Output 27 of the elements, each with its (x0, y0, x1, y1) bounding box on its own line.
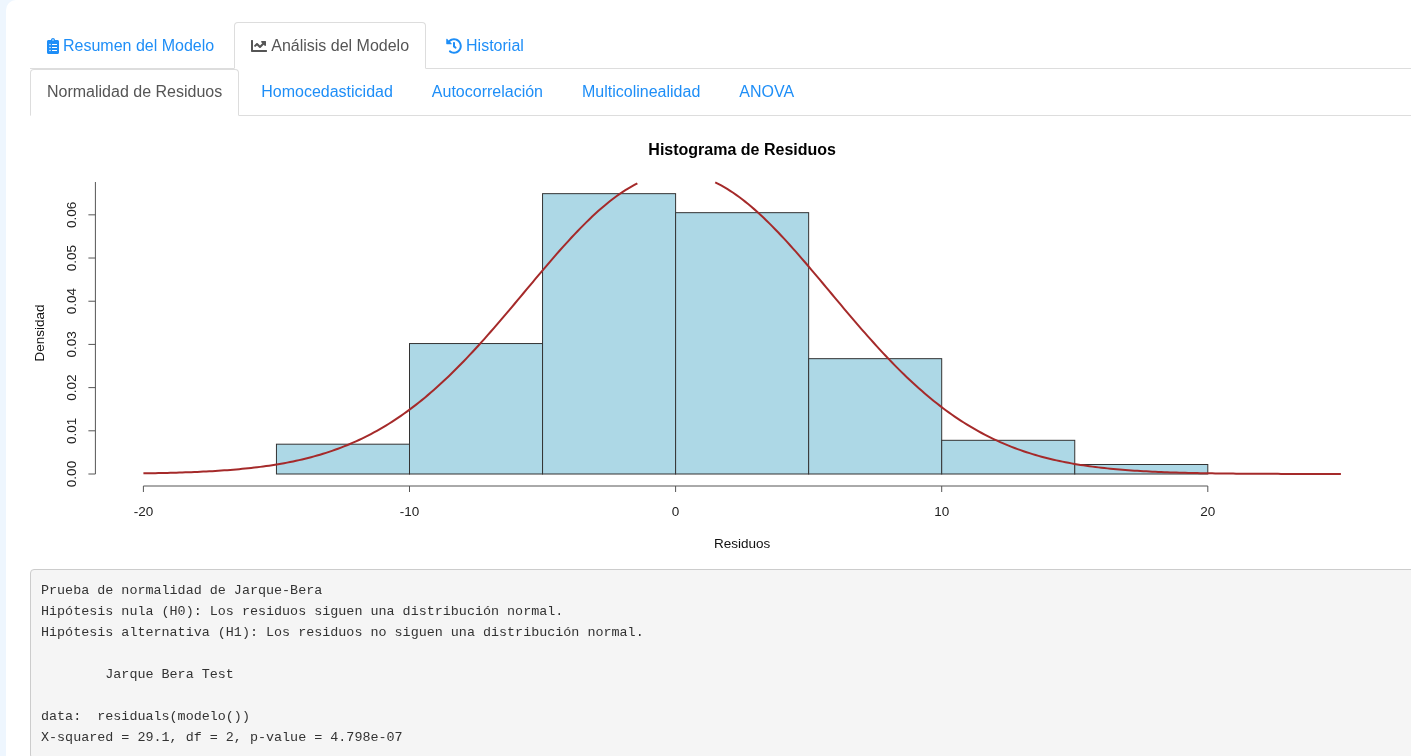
tab[interactable]: ANOVA (722, 69, 812, 116)
line-chart-icon (251, 40, 268, 52)
x-tick-label: 10 (934, 503, 950, 519)
clipboard-icon (47, 38, 59, 54)
tab[interactable]: Normalidad de Residuos (30, 69, 240, 116)
y-axis-label: Densidad (32, 304, 47, 362)
y-tick-label: 0.01 (63, 417, 79, 444)
console-output: Prueba de normalidad de Jarque-Bera Hipótesis nula (H0): Los residuos siguen una distribución normal. Hipótesis alternativa (H1): Los residuos no siguen una distribución normal. Jarque Bera Test data: residuals(modelo()) X-squared = 29.1, df = 2, p-value = 4.798e-07 (30, 569, 1411, 756)
x-tick-label: 20 (1200, 503, 1216, 519)
tab[interactable]: Análisis del Modelo (234, 22, 427, 69)
tab[interactable]: Autocorrelación (414, 69, 560, 116)
y-tick-label: 0.02 (63, 374, 79, 401)
tab[interactable]: Multicolinealidad (565, 69, 718, 116)
y-tick-label: 0.04 (63, 288, 79, 315)
x-tick-label: -10 (399, 503, 420, 519)
y-tick-label: 0.03 (63, 331, 79, 358)
y-tick-label: 0.00 (63, 460, 79, 488)
x-tick-label: 0 (671, 503, 680, 519)
tab[interactable]: Historial (429, 22, 541, 69)
y-tick-label: 0.05 (63, 244, 79, 272)
x-tick-label: -20 (133, 503, 154, 519)
x-axis-label: Residuos (714, 535, 771, 551)
chart-title: Histograma de Residuos (648, 140, 836, 158)
y-tick-label: 0.06 (63, 201, 79, 228)
tab[interactable]: Resumen del Modelo (30, 22, 232, 69)
history-icon (446, 38, 463, 54)
tab[interactable]: Homocedasticidad (244, 69, 410, 116)
